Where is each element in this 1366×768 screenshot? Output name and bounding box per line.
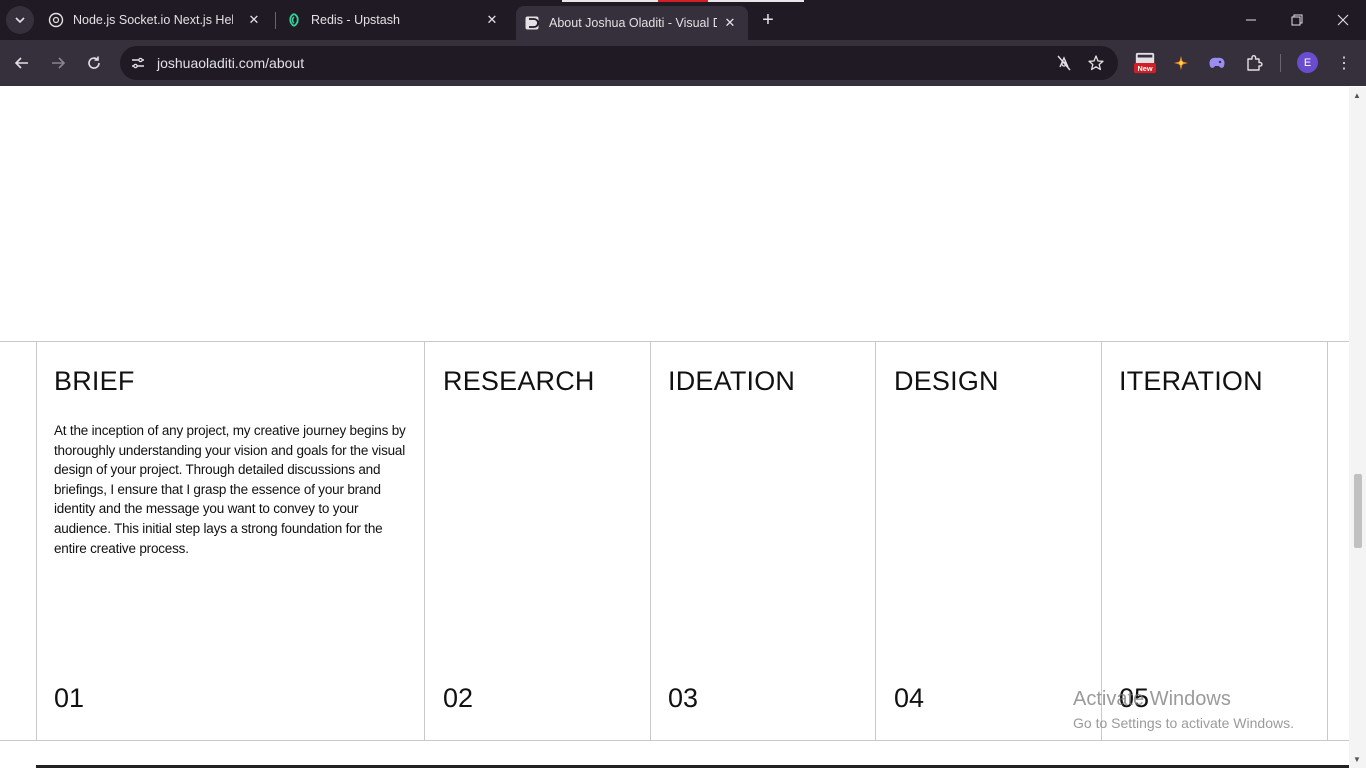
- more-menu-icon[interactable]: ⋮: [1334, 52, 1354, 74]
- minimize-icon[interactable]: [1228, 0, 1274, 40]
- column-divider: [650, 341, 651, 741]
- toolbar-separator: [1280, 54, 1281, 72]
- process-step-title: IDEATION: [668, 366, 796, 396]
- section-top-border: [0, 341, 1349, 342]
- scroll-down-arrow-icon[interactable]: ▼: [1353, 755, 1361, 764]
- watermark-subtitle: Go to Settings to activate Windows.: [1073, 715, 1294, 731]
- process-step-number: 02: [443, 683, 474, 713]
- gamepad-extension-icon[interactable]: [1206, 52, 1228, 74]
- column-divider: [36, 341, 37, 741]
- eye-off-icon[interactable]: [1054, 53, 1074, 73]
- tab-strip: Node.js Socket.io Next.js Help ✕ Redis -…: [0, 0, 1366, 40]
- reload-icon[interactable]: [80, 49, 108, 77]
- tab-separator: [275, 12, 276, 29]
- tab-search-button[interactable]: [6, 6, 34, 34]
- page-viewport: BRIEF At the inception of any project, m…: [0, 87, 1349, 768]
- tab-title: Node.js Socket.io Next.js Help: [73, 13, 233, 27]
- column-divider: [875, 341, 876, 741]
- column-divider: [424, 341, 425, 741]
- tab-title: Redis - Upstash: [311, 13, 400, 27]
- column-divider: [1327, 341, 1328, 741]
- upstash-icon: [286, 12, 302, 28]
- process-step-description: At the inception of any project, my crea…: [54, 423, 406, 556]
- site-settings-icon[interactable]: [126, 51, 150, 75]
- forward-icon[interactable]: [44, 49, 72, 77]
- extension-new-icon[interactable]: New: [1134, 52, 1156, 74]
- process-step-number: 03: [668, 683, 699, 713]
- tab-about-joshua[interactable]: About Joshua Oladiti - Visual D ✕: [516, 6, 748, 40]
- process-step-number: 01: [54, 683, 85, 713]
- vertical-scrollbar[interactable]: ▲ ▼: [1349, 87, 1366, 768]
- activate-windows-watermark: Activate Windows Go to Settings to activ…: [1073, 688, 1294, 731]
- address-bar[interactable]: joshuaoladiti.com/about: [120, 46, 1118, 80]
- tab-upstash[interactable]: Redis - Upstash ✕: [278, 0, 510, 40]
- tab-title: About Joshua Oladiti - Visual D: [549, 16, 717, 30]
- url-text: joshuaoladiti.com/about: [157, 55, 305, 71]
- site-icon: [524, 15, 540, 31]
- close-tab-icon[interactable]: ✕: [722, 15, 738, 31]
- chevron-down-icon: [15, 17, 25, 24]
- process-step-title: BRIEF: [54, 366, 135, 396]
- process-step-title: RESEARCH: [443, 366, 595, 396]
- section-bottom-border: [0, 740, 1349, 741]
- close-window-icon[interactable]: [1320, 0, 1366, 40]
- close-tab-icon[interactable]: ✕: [484, 12, 500, 28]
- process-step-number: 04: [894, 683, 925, 713]
- process-step-title: DESIGN: [894, 366, 999, 396]
- back-icon[interactable]: [8, 49, 36, 77]
- tab-socketio-help[interactable]: Node.js Socket.io Next.js Help ✕: [40, 0, 272, 40]
- new-tab-icon[interactable]: +: [756, 8, 780, 32]
- sparkle-extension-icon[interactable]: [1170, 52, 1192, 74]
- extensions-puzzle-icon[interactable]: [1243, 52, 1265, 74]
- bookmark-star-icon[interactable]: [1086, 53, 1106, 73]
- loading-bar: [562, 0, 804, 2]
- openai-icon: [48, 12, 64, 28]
- process-step-title: ITERATION: [1119, 366, 1263, 396]
- scroll-up-arrow-icon[interactable]: ▲: [1353, 91, 1361, 100]
- extension-badge-label: New: [1137, 64, 1152, 73]
- browser-toolbar: joshuaoladiti.com/about New E ⋮: [0, 40, 1366, 86]
- column-divider: [1101, 341, 1102, 741]
- profile-avatar[interactable]: E: [1297, 52, 1318, 73]
- watermark-title: Activate Windows: [1073, 688, 1231, 710]
- scrollbar-thumb[interactable]: [1354, 474, 1362, 548]
- restore-icon[interactable]: [1274, 0, 1320, 40]
- close-tab-icon[interactable]: ✕: [246, 12, 262, 28]
